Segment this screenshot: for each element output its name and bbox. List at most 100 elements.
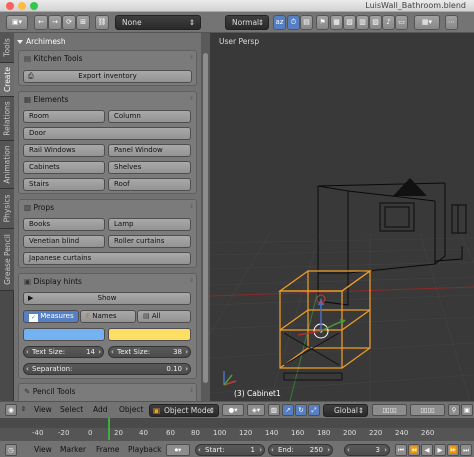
current-frame-field[interactable]: ‹ 3 ›: [344, 444, 390, 456]
view-menu[interactable]: View: [34, 445, 52, 454]
film-icon[interactable]: ▥: [356, 15, 369, 30]
flag-icon[interactable]: ⚑: [316, 15, 329, 30]
arrow-left-icon[interactable]: ←: [34, 15, 48, 30]
prev-keyframe-icon[interactable]: ⏪: [408, 444, 420, 456]
play-reverse-icon[interactable]: ◀: [421, 444, 433, 456]
show-button[interactable]: ▶ Show: [23, 292, 191, 305]
tab-create[interactable]: Create: [0, 63, 14, 97]
object-menu[interactable]: Object: [119, 405, 143, 414]
lamp-button[interactable]: Lamp: [108, 218, 191, 231]
marker-menu[interactable]: Marker: [60, 445, 86, 454]
translate-icon[interactable]: ↗: [282, 404, 294, 416]
close-window-icon[interactable]: [6, 2, 14, 10]
current-frame-cursor[interactable]: [108, 418, 110, 440]
tab-animation[interactable]: Animation: [0, 141, 14, 189]
tab-relations[interactable]: Relations: [0, 97, 14, 141]
measures-color-swatch[interactable]: [23, 328, 105, 341]
tab-tools[interactable]: Tools: [0, 33, 14, 63]
stairs-button[interactable]: Stairs: [23, 178, 105, 191]
timeline[interactable]: -40 -20 0 20 40 60 80 100 120 140 160 18…: [0, 418, 474, 440]
sort-time-icon[interactable]: ⏱: [287, 15, 300, 30]
japanese-curtains-button[interactable]: Japanese curtains: [23, 252, 191, 265]
orientation-select[interactable]: Global ⇕: [323, 404, 368, 417]
view-menu[interactable]: View: [34, 405, 52, 414]
frame-menu[interactable]: Frame: [96, 445, 119, 454]
end-frame-field[interactable]: ‹ End: 250 ›: [268, 444, 333, 456]
drag-handle-icon[interactable]: ⁞⁞: [190, 387, 193, 394]
editor-type-icon[interactable]: ◉: [5, 404, 17, 416]
shading-select-icon[interactable]: ●▾: [222, 404, 244, 416]
link-icon[interactable]: ⛓: [95, 15, 109, 30]
record-icon[interactable]: ⏺▾: [166, 444, 190, 456]
folder-icon[interactable]: ▭: [395, 15, 408, 30]
viewport-scene[interactable]: [210, 33, 474, 401]
drag-handle-icon[interactable]: ⁞⁞: [190, 203, 193, 210]
export-inventory-button[interactable]: ⎙ Export inventory: [23, 70, 192, 83]
column-button[interactable]: Column: [108, 110, 191, 123]
drag-handle-icon[interactable]: ⁞⁞: [190, 54, 193, 61]
pivot-select-icon[interactable]: ◈▾: [247, 404, 265, 416]
play-icon[interactable]: ▶: [434, 444, 446, 456]
measures-toggle[interactable]: ✓ Measures: [23, 310, 79, 323]
shelves-button[interactable]: Shelves: [108, 161, 191, 174]
roller-curtains-button[interactable]: Roller curtains: [108, 235, 191, 248]
drag-handle-icon[interactable]: ⁞⁞: [190, 95, 193, 102]
editor-type-icon[interactable]: ▣▾: [6, 15, 28, 30]
image-icon[interactable]: ▧: [343, 15, 356, 30]
tab-grease-pencil[interactable]: Grease Pencil: [0, 229, 14, 291]
scale-icon[interactable]: ⤢: [308, 404, 320, 416]
room-button[interactable]: Room: [23, 110, 105, 123]
3d-viewport[interactable]: User Persp (3) Cabinet1: [210, 33, 474, 401]
names-toggle[interactable]: F Names: [80, 310, 136, 323]
text-icon[interactable]: ▨: [369, 15, 382, 30]
minimize-window-icon[interactable]: [18, 2, 26, 10]
next-keyframe-icon[interactable]: ⏩: [447, 444, 459, 456]
panel-header[interactable]: Archimesh: [17, 37, 66, 46]
blend-mode-select[interactable]: Normal ⇕: [225, 15, 269, 30]
view-mode-icon[interactable]: ▦▾: [414, 15, 440, 30]
books-button[interactable]: Books: [23, 218, 105, 231]
rail-windows-button[interactable]: Rail Windows: [23, 144, 105, 157]
add-menu[interactable]: Add: [93, 405, 108, 414]
text-size-2-field[interactable]: ‹ Text Size: 38 ›: [108, 346, 191, 358]
layer-buttons-2[interactable]: ▯▯▯▯: [410, 404, 445, 416]
roof-button[interactable]: Roof: [108, 178, 191, 191]
menu-toggle-icon[interactable]: ⇕: [19, 404, 28, 416]
layer-buttons[interactable]: ▯▯▯▯: [372, 404, 407, 416]
rotate-icon[interactable]: ↻: [295, 404, 307, 416]
maximize-window-icon[interactable]: [30, 2, 38, 10]
camera-icon[interactable]: ▣: [461, 404, 473, 416]
names-color-swatch[interactable]: [108, 328, 191, 341]
manipulator-icon[interactable]: ▨: [268, 404, 280, 416]
separation-field[interactable]: ‹ Separation: 0.10 ›: [23, 363, 191, 375]
sort-alpha-icon[interactable]: az: [273, 15, 286, 30]
mode-select[interactable]: ▣ Object Mode ⇕: [149, 404, 219, 417]
sound-icon[interactable]: ♪: [382, 15, 395, 30]
tab-physics[interactable]: Physics: [0, 189, 14, 229]
drag-handle-icon[interactable]: ⁞⁞: [190, 277, 193, 284]
venetian-blind-button[interactable]: Venetian blind: [23, 235, 105, 248]
start-frame-field[interactable]: ‹ Start: 1 ›: [195, 444, 265, 456]
scrollbar-thumb[interactable]: [203, 53, 208, 383]
view-type-select[interactable]: None ⇕: [115, 15, 201, 30]
grid-icon[interactable]: ▦: [330, 15, 343, 30]
arrow-right-icon[interactable]: →: [48, 15, 62, 30]
dots-icon[interactable]: ⋯: [445, 15, 458, 30]
filter-icon[interactable]: ▤: [300, 15, 313, 30]
clock-icon[interactable]: ◷: [5, 444, 17, 456]
playback-menu[interactable]: Playback: [128, 445, 161, 454]
jump-end-icon[interactable]: ⏭: [460, 444, 472, 456]
all-toggle[interactable]: ▤ All: [137, 310, 191, 323]
panel-scrollbar[interactable]: [201, 33, 210, 401]
text-size-1-field[interactable]: ‹ Text Size: 14 ›: [23, 346, 104, 358]
timeline-tick: 220: [369, 429, 383, 437]
refresh-icon[interactable]: ⟳: [62, 15, 76, 30]
scale-icon[interactable]: ⊞: [76, 15, 90, 30]
panel-window-button[interactable]: Panel Window: [108, 144, 191, 157]
cabinets-button[interactable]: Cabinets: [23, 161, 105, 174]
door-button[interactable]: Door: [23, 127, 191, 140]
timeline-ruler[interactable]: [0, 418, 474, 428]
select-menu[interactable]: Select: [60, 405, 83, 414]
jump-start-icon[interactable]: ⏮: [395, 444, 407, 456]
lock-icon[interactable]: ⚲: [448, 404, 460, 416]
